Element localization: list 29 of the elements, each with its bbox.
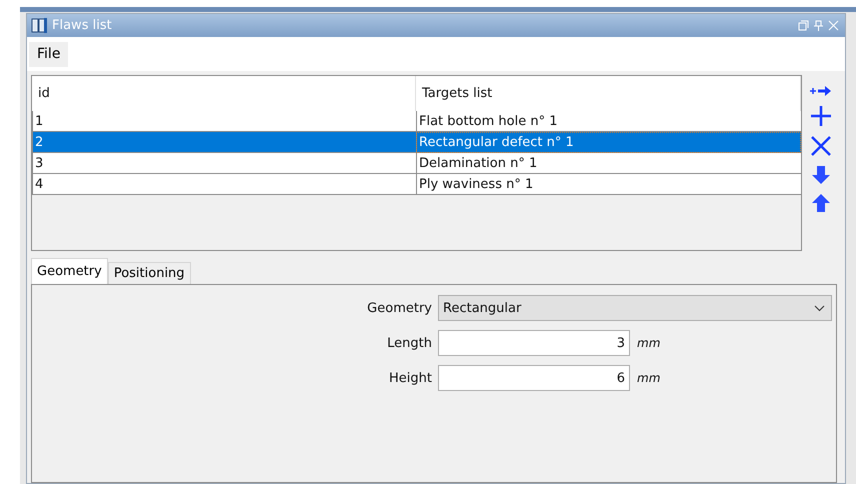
field-label: Height bbox=[388, 370, 432, 386]
chevron-icon bbox=[814, 304, 825, 312]
window-title: Flaws list bbox=[52, 18, 113, 33]
add-icon[interactable] bbox=[810, 105, 832, 127]
delete-icon[interactable] bbox=[810, 135, 832, 157]
table-cell[interactable]: Flat bottom hole n° 1 bbox=[416, 111, 801, 132]
table-cell[interactable]: 2 bbox=[32, 132, 416, 153]
column-header[interactable]: id bbox=[32, 76, 416, 111]
input-field[interactable]: 3 bbox=[438, 330, 630, 356]
input-field[interactable]: 6 bbox=[438, 365, 630, 391]
book-icon bbox=[31, 17, 48, 34]
tab[interactable]: Positioning bbox=[108, 262, 191, 284]
table-cell[interactable]: Rectangular defect n° 1 bbox=[416, 132, 801, 153]
tab[interactable]: Geometry bbox=[31, 258, 108, 284]
column-header[interactable]: Targets list bbox=[416, 76, 801, 111]
field-label: Geometry bbox=[366, 300, 432, 316]
unit-label: mm bbox=[637, 371, 660, 385]
geometry-dropdown[interactable]: Rectangular bbox=[438, 295, 832, 321]
table-cell[interactable]: 1 bbox=[32, 111, 416, 132]
field-label: Length bbox=[386, 336, 432, 350]
menu-item[interactable]: File bbox=[29, 42, 68, 66]
unit-label: mm bbox=[637, 336, 660, 350]
down-arrow-icon[interactable] bbox=[811, 165, 831, 185]
table-cell[interactable]: Ply waviness n° 1 bbox=[416, 174, 801, 195]
add-arrow-icon[interactable] bbox=[810, 85, 832, 97]
table-cell[interactable]: Delamination n° 1 bbox=[416, 153, 801, 174]
table-cell[interactable]: 3 bbox=[32, 153, 416, 174]
up-arrow-icon[interactable] bbox=[811, 193, 831, 213]
table-cell[interactable]: 4 bbox=[32, 174, 416, 195]
